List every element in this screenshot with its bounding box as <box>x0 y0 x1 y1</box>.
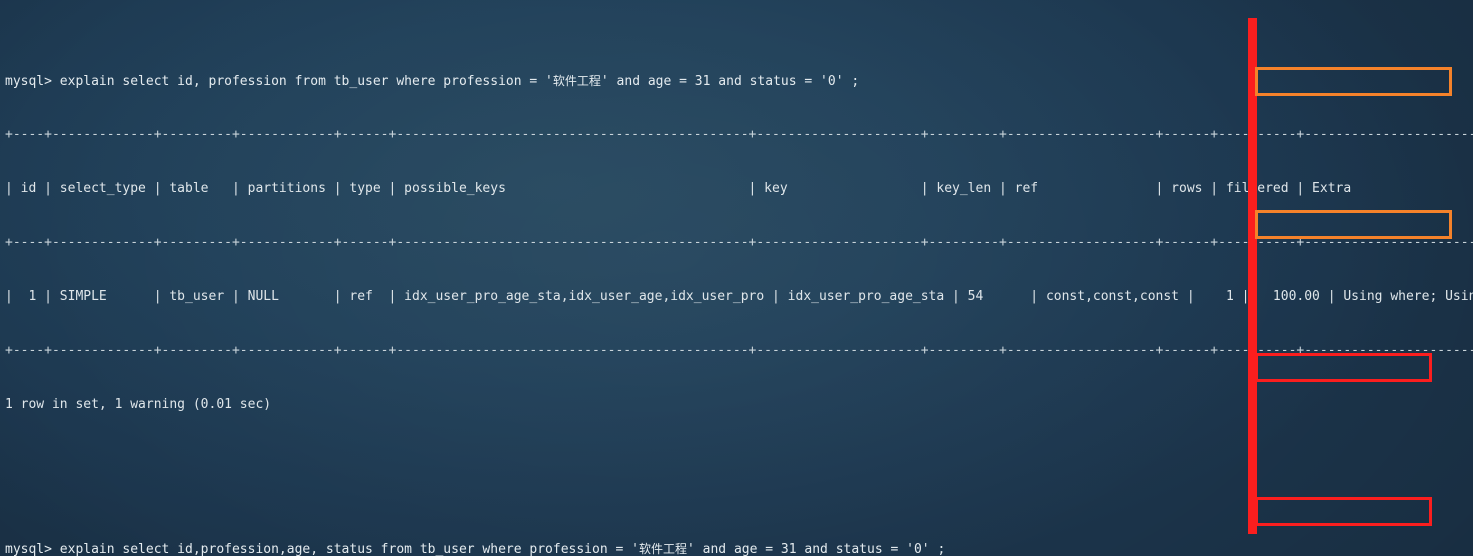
command-text-after: ' and age = 31 and status = '0' ; <box>686 542 946 556</box>
command-line: mysql> explain select id,profession,age,… <box>5 540 1473 556</box>
terminal-window[interactable]: mysql> explain select id, profession fro… <box>0 0 1473 556</box>
extra-highlight-box-3 <box>1255 353 1432 382</box>
command-text-before: mysql> explain select id, profession fro… <box>5 74 553 89</box>
extra-highlight-box-4 <box>1255 497 1432 526</box>
command-text-after: ' and age = 31 and status = '0' ; <box>600 74 860 89</box>
command-text-before: mysql> explain select id,profession,age,… <box>5 542 639 556</box>
extra-highlight-box-1 <box>1255 67 1452 96</box>
command-text-cjk: 软件工程 <box>552 74 601 88</box>
command-text-cjk: 软件工程 <box>638 542 687 556</box>
extra-highlight-box-2 <box>1255 210 1452 239</box>
